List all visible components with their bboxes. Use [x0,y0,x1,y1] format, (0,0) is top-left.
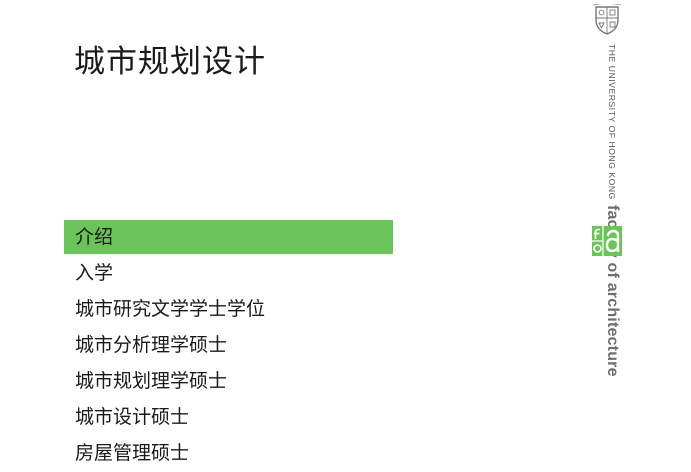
nav-item-ba-urban-studies[interactable]: 城市研究文学学士学位 [64,292,393,328]
nav-item-msc-urban-analytics[interactable]: 城市分析理学硕士 [64,328,393,364]
nav-item-master-urban-design[interactable]: 城市设计硕士 [64,400,393,436]
nav-item-intro[interactable]: 介绍 [64,220,393,254]
faculty-logo[interactable]: THE UNIVERSITY OF HONG KONG faculty of a… [588,4,624,377]
logo-text: THE UNIVERSITY OF HONG KONG faculty of a… [590,44,622,377]
nav-item-msc-urban-planning[interactable]: 城市规划理学硕士 [64,364,393,400]
side-nav: 介绍 入学 城市研究文学学士学位 城市分析理学硕士 城市规划理学硕士 城市设计硕… [64,220,393,472]
page-title: 城市规划设计 [74,44,266,80]
hku-crest-icon [592,4,622,35]
nav-item-master-housing-management[interactable]: 房屋管理硕士 [64,436,393,472]
nav-item-admission[interactable]: 入学 [64,256,393,292]
logo-university-text: THE UNIVERSITY OF HONG KONG [607,44,617,200]
fa-logo-mark-icon [592,226,622,256]
